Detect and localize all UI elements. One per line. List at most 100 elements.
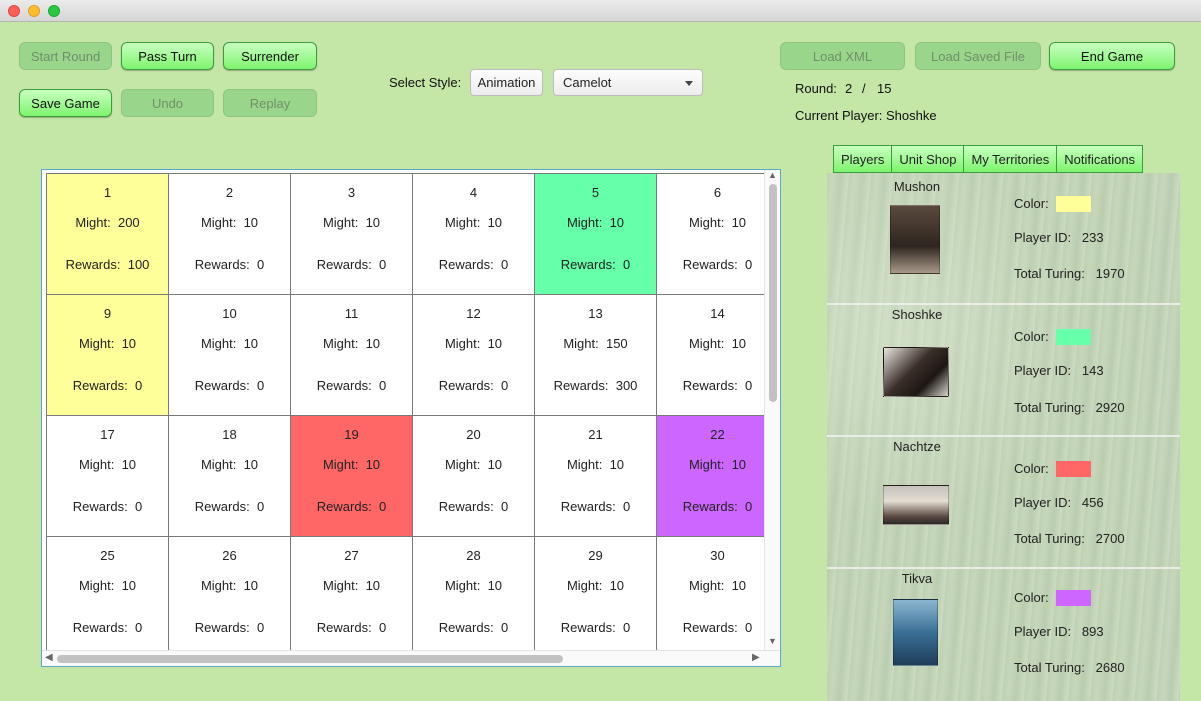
window-titlebar xyxy=(0,0,1201,22)
vertical-scroll-thumb[interactable] xyxy=(769,184,777,402)
select-style-label: Select Style: xyxy=(389,75,462,90)
player-color-swatch xyxy=(1056,329,1091,345)
territory-might: Might: 10 xyxy=(200,457,259,472)
territory-cell[interactable]: 26 Might: 10 Rewards: 0 xyxy=(168,536,291,658)
territory-cell[interactable]: 5 Might: 10 Rewards: 0 xyxy=(534,173,657,295)
territory-rewards: Rewards: 0 xyxy=(438,378,509,393)
horizontal-scrollbar[interactable]: ◀ ▶ xyxy=(42,650,780,666)
territory-might: Might: 10 xyxy=(566,578,625,593)
scroll-down-icon[interactable]: ▼ xyxy=(768,636,777,646)
save-game-button[interactable]: Save Game xyxy=(19,89,112,117)
territory-cell[interactable]: 25 Might: 10 Rewards: 0 xyxy=(46,536,169,658)
territory-rewards: Rewards: 100 xyxy=(65,257,150,272)
player-total-turing: Total Turing: 2680 xyxy=(1014,660,1125,675)
territory-might: Might: 10 xyxy=(444,578,503,593)
territory-number: 22 xyxy=(710,427,725,442)
vertical-scrollbar[interactable]: ▲ ▼ xyxy=(764,170,780,650)
load-xml-button[interactable]: Load XML xyxy=(780,42,905,70)
territory-number: 21 xyxy=(588,427,603,442)
tab-notifications[interactable]: Notifications xyxy=(1056,145,1144,173)
pass-turn-button[interactable]: Pass Turn xyxy=(121,42,214,70)
territory-might: Might: 10 xyxy=(200,215,259,230)
territory-rewards: Rewards: 0 xyxy=(72,499,143,514)
territory-cell[interactable]: 22 Might: 10 Rewards: 0 xyxy=(656,415,779,537)
animation-button[interactable]: Animation xyxy=(470,69,543,96)
end-game-button[interactable]: End Game xyxy=(1049,42,1175,70)
territory-might: Might: 10 xyxy=(78,457,137,472)
horizontal-scroll-thumb[interactable] xyxy=(57,655,563,663)
style-select[interactable]: Camelot xyxy=(553,69,703,96)
replay-button[interactable]: Replay xyxy=(223,89,317,117)
territory-number: 5 xyxy=(591,185,600,200)
current-player-label: Current Player: xyxy=(795,108,883,123)
territory-rewards: Rewards: 0 xyxy=(72,378,143,393)
territory-cell[interactable]: 1 Might: 200 Rewards: 100 xyxy=(46,173,169,295)
territory-might: Might: 10 xyxy=(322,578,381,593)
tab-players[interactable]: Players xyxy=(833,145,893,173)
tab-unit-shop[interactable]: Unit Shop xyxy=(891,145,965,173)
territory-cell[interactable]: 19 Might: 10 Rewards: 0 xyxy=(290,415,413,537)
territory-cell[interactable]: 14 Might: 10 Rewards: 0 xyxy=(656,294,779,416)
territory-cell[interactable]: 6 Might: 10 Rewards: 0 xyxy=(656,173,779,295)
territory-number: 20 xyxy=(466,427,481,442)
territory-cell[interactable]: 3 Might: 10 Rewards: 0 xyxy=(290,173,413,295)
territory-cell[interactable]: 18 Might: 10 Rewards: 0 xyxy=(168,415,291,537)
territory-number: 11 xyxy=(344,306,359,321)
player-color-label: Color: xyxy=(1014,590,1049,605)
territory-rewards: Rewards: 0 xyxy=(316,620,387,635)
scroll-up-icon[interactable]: ▲ xyxy=(768,170,777,180)
territory-number: 2 xyxy=(225,185,234,200)
territory-number: 13 xyxy=(588,306,603,321)
territory-rewards: Rewards: 0 xyxy=(194,620,265,635)
territory-might: Might: 10 xyxy=(200,578,259,593)
zoom-window-button[interactable] xyxy=(48,5,60,17)
territory-cell[interactable]: 4 Might: 10 Rewards: 0 xyxy=(412,173,535,295)
territory-grid: 1 Might: 200 Rewards: 100 2 Might: 10 Rewards… xyxy=(46,173,779,658)
territory-might: Might: 10 xyxy=(322,336,381,351)
territory-cell[interactable]: 17 Might: 10 Rewards: 0 xyxy=(46,415,169,537)
territory-number: 4 xyxy=(469,185,478,200)
territory-cell[interactable]: 20 Might: 10 Rewards: 0 xyxy=(412,415,535,537)
tab-my-territories[interactable]: My Territories xyxy=(963,145,1058,173)
close-window-button[interactable] xyxy=(8,5,20,17)
player-id: Player ID: 233 xyxy=(1014,230,1104,245)
territory-cell[interactable]: 21 Might: 10 Rewards: 0 xyxy=(534,415,657,537)
territory-number: 28 xyxy=(466,548,481,563)
start-round-button[interactable]: Start Round xyxy=(19,42,112,70)
game-board: 1 Might: 200 Rewards: 100 2 Might: 10 Rewards… xyxy=(41,169,781,667)
player-color-label: Color: xyxy=(1014,329,1049,344)
territory-rewards: Rewards: 0 xyxy=(194,257,265,272)
territory-rewards: Rewards: 0 xyxy=(560,257,631,272)
territory-cell[interactable]: 11 Might: 10 Rewards: 0 xyxy=(290,294,413,416)
scroll-right-icon[interactable]: ▶ xyxy=(752,652,760,663)
side-panel-tabs: Players Unit Shop My Territories Notific… xyxy=(833,145,1144,173)
territory-might: Might: 200 xyxy=(75,215,140,230)
round-label: Round: xyxy=(795,81,837,96)
territory-number: 25 xyxy=(100,548,115,563)
territory-rewards: Rewards: 0 xyxy=(72,620,143,635)
territory-cell[interactable]: 30 Might: 10 Rewards: 0 xyxy=(656,536,779,658)
territory-cell[interactable]: 2 Might: 10 Rewards: 0 xyxy=(168,173,291,295)
territory-cell[interactable]: 27 Might: 10 Rewards: 0 xyxy=(290,536,413,658)
territory-number: 27 xyxy=(344,548,359,563)
territory-cell[interactable]: 29 Might: 10 Rewards: 0 xyxy=(534,536,657,658)
territory-cell[interactable]: 9 Might: 10 Rewards: 0 xyxy=(46,294,169,416)
surrender-button[interactable]: Surrender xyxy=(223,42,317,70)
player-color-swatch xyxy=(1056,196,1091,212)
players-panel: Mushon Color: Player ID: 233 Total Turing: … xyxy=(827,173,1180,701)
territory-rewards: Rewards: 0 xyxy=(194,378,265,393)
player-color-swatch xyxy=(1056,590,1091,606)
undo-button[interactable]: Undo xyxy=(121,89,214,117)
player-id: Player ID: 893 xyxy=(1014,624,1104,639)
chevron-down-icon xyxy=(685,81,693,86)
load-saved-file-button[interactable]: Load Saved File xyxy=(915,42,1041,70)
scroll-left-icon[interactable]: ◀ xyxy=(45,652,53,663)
minimize-window-button[interactable] xyxy=(28,5,40,17)
territory-cell[interactable]: 12 Might: 10 Rewards: 0 xyxy=(412,294,535,416)
player-total-turing: Total Turing: 1970 xyxy=(1014,266,1125,281)
territory-number: 30 xyxy=(710,548,725,563)
territory-cell[interactable]: 10 Might: 10 Rewards: 0 xyxy=(168,294,291,416)
player-portrait xyxy=(883,347,949,397)
territory-cell[interactable]: 13 Might: 150 Rewards: 300 xyxy=(534,294,657,416)
territory-cell[interactable]: 28 Might: 10 Rewards: 0 xyxy=(412,536,535,658)
